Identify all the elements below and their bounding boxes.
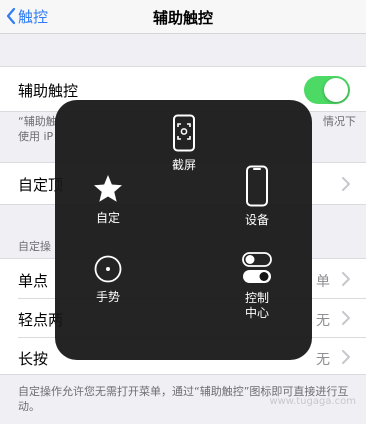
toggle-knob [324, 78, 348, 102]
menu-item-device[interactable]: 设备 [232, 165, 282, 228]
toggle-footnote-line1-right: 情况下 [323, 115, 356, 128]
assistive-touch-menu: 截屏 自定 设备 手势 控制 中心 [55, 100, 312, 360]
screenshot-icon [173, 114, 195, 152]
action-label: 单点 [18, 272, 49, 290]
device-icon [246, 165, 268, 207]
chevron-right-icon [342, 272, 350, 286]
menu-item-label: 截屏 [171, 158, 196, 172]
toggle-footnote-line1-left: “辅助触 [18, 115, 57, 128]
menu-item-screenshot[interactable]: 截屏 [159, 114, 209, 173]
chevron-right-icon [342, 177, 350, 191]
action-label: 长按 [18, 350, 49, 368]
menu-item-label: 控制 中心 [245, 291, 269, 321]
toggle-switches-icon [242, 252, 272, 283]
chevron-right-icon [342, 350, 350, 364]
gesture-icon [94, 255, 122, 283]
custom-actions-header: 自定操 [18, 240, 51, 253]
action-value: 无 [316, 313, 330, 329]
menu-item-label: 手势 [95, 290, 120, 304]
menu-item-custom[interactable]: 自定 [83, 173, 133, 226]
control-center-label-line1: 控制 [244, 291, 269, 305]
action-value: 单 [316, 274, 330, 290]
menu-item-label: 设备 [244, 213, 269, 227]
page-title: 辅助触控 [152, 9, 213, 27]
watermark: www.tugaga.com [269, 396, 356, 407]
assistive-touch-toggle[interactable] [304, 76, 350, 104]
star-icon [94, 175, 122, 202]
navigation-bar: 触控 辅助触控 [0, 0, 366, 34]
chevron-right-icon [342, 311, 350, 325]
menu-item-label: 自定 [95, 211, 120, 225]
control-center-label-line2: 中心 [244, 306, 269, 320]
assistive-touch-label: 辅助触控 [18, 82, 79, 100]
menu-item-gesture[interactable]: 手势 [83, 254, 133, 305]
menu-item-control-center[interactable]: 控制 中心 [232, 251, 282, 321]
action-value: 无 [316, 352, 330, 368]
